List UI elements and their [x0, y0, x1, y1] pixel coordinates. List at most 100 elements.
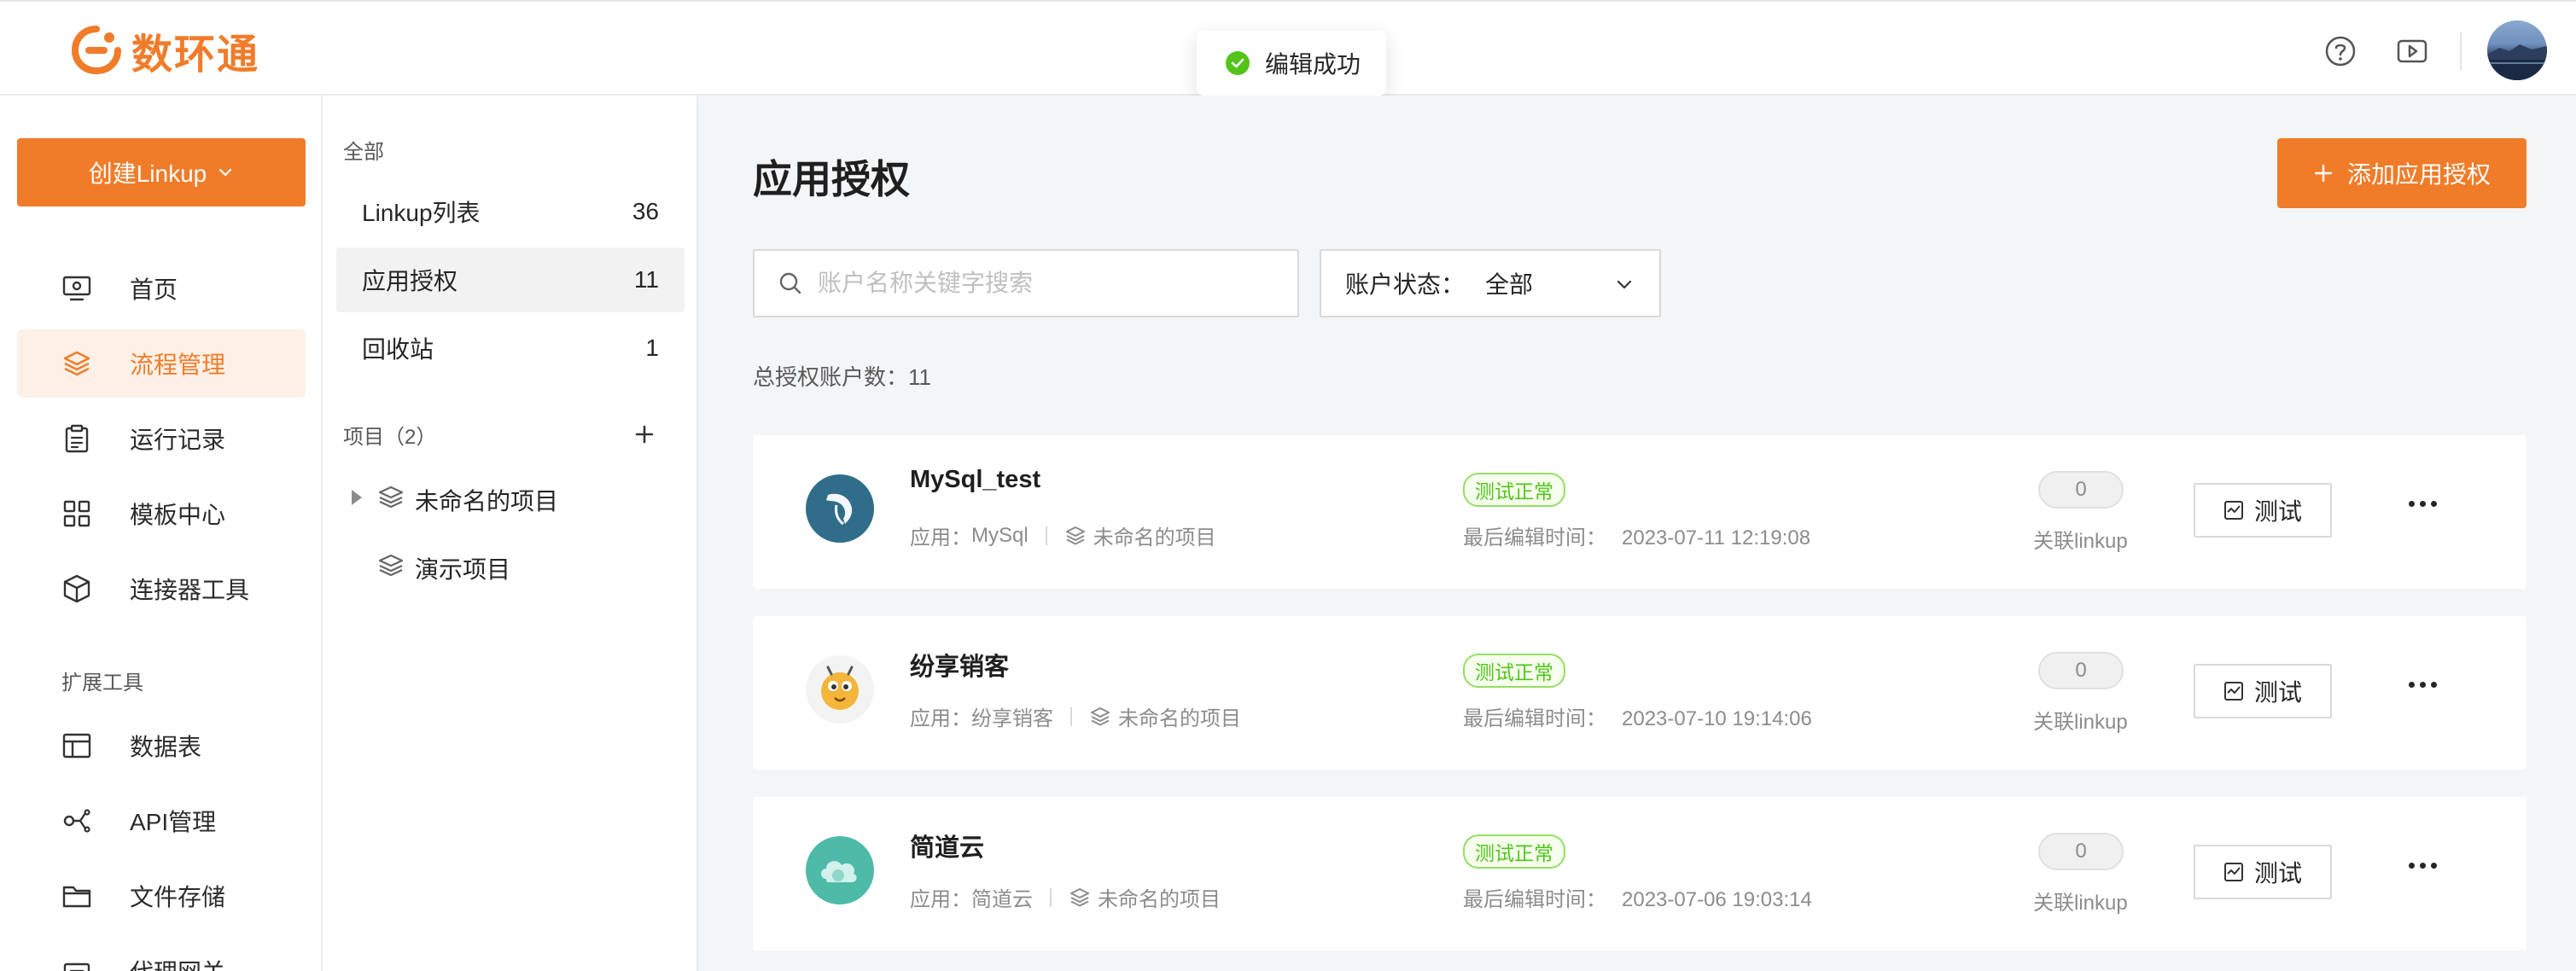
- monitor-icon: [62, 276, 91, 301]
- video-icon[interactable]: [2395, 34, 2429, 68]
- last-edit-time: 最后编辑时间： 2023-07-06 19:03:14: [1463, 882, 1812, 912]
- search-box[interactable]: [753, 249, 1299, 317]
- project-item-unnamed[interactable]: 未命名的项目: [323, 468, 698, 527]
- status-filter-value: 全部: [1485, 271, 1534, 298]
- panel-item-recycle-bin[interactable]: 回收站 1: [336, 316, 685, 381]
- add-project-icon[interactable]: [630, 420, 659, 449]
- app-name: 纷享销客: [971, 707, 1053, 730]
- test-button[interactable]: 测试: [2194, 664, 2332, 718]
- sidebar-item-label: API管理: [130, 809, 217, 835]
- sidebar-item-label: 模板中心: [130, 502, 226, 528]
- edit-time-label: 最后编辑时间：: [1463, 526, 1606, 549]
- more-actions-icon[interactable]: [2405, 495, 2439, 512]
- sidebar-item-template-center[interactable]: 模板中心: [17, 480, 306, 548]
- chart-icon: [2223, 682, 2243, 701]
- gateway-icon: [63, 962, 90, 971]
- sidebar-item-api-management[interactable]: API管理: [17, 787, 306, 855]
- project-item-demo[interactable]: 演示项目: [323, 536, 698, 596]
- sidebar-item-home[interactable]: 首页: [17, 254, 306, 323]
- all-title: 全部: [343, 141, 384, 164]
- secondary-panel: 全部 Linkup列表 36 应用授权 11 回收站 1 项目（2） 未命名的项…: [323, 96, 698, 971]
- table-icon: [62, 733, 91, 759]
- last-edit-time: 最后编辑时间： 2023-07-11 12:19:08: [1463, 520, 1810, 550]
- left-sidebar: 创建Linkup 首页 流程管理 运行记录 模板中心 连接器工具 扩展工具 数据…: [0, 96, 323, 971]
- linkup-count-label: 关联linkup: [2033, 892, 2128, 915]
- layers-icon: [1091, 706, 1110, 725]
- api-icon: [63, 809, 90, 833]
- linkup-count-label: 关联linkup: [2033, 530, 2128, 553]
- app-prefix: 应用：: [910, 707, 971, 730]
- layers-icon: [1070, 887, 1089, 906]
- panel-item-app-authorization[interactable]: 应用授权 11: [336, 247, 685, 312]
- chart-icon: [2223, 863, 2243, 881]
- sidebar-item-label: 代理网关: [130, 954, 225, 971]
- linkup-count: 0: [2038, 652, 2124, 689]
- panel-item-count: 1: [645, 334, 659, 361]
- add-button-label: 添加应用授权: [2346, 161, 2491, 188]
- sidebar-item-file-storage[interactable]: 文件存储: [17, 862, 306, 930]
- sidebar-item-label: 文件存储: [130, 884, 226, 910]
- status-badge: 测试正常: [1463, 473, 1565, 507]
- sidebar-item-label: 连接器工具: [130, 577, 250, 603]
- project-name: 未命名的项目: [1118, 707, 1241, 730]
- sidebar-item-flow-management[interactable]: 流程管理: [17, 329, 306, 398]
- chart-icon: [2223, 501, 2243, 520]
- add-app-authorization-button[interactable]: 添加应用授权: [2277, 138, 2526, 208]
- logo-icon: [71, 26, 121, 74]
- toast-message: 编辑成功: [1265, 51, 1361, 78]
- user-avatar[interactable]: [2487, 20, 2547, 80]
- cube-icon: [63, 574, 90, 603]
- more-actions-icon[interactable]: [2405, 857, 2439, 874]
- jiandaoyun-logo-icon: [806, 836, 874, 904]
- edit-time-value: 2023-07-06 19:03:14: [1622, 888, 1812, 911]
- create-linkup-button[interactable]: 创建Linkup: [17, 138, 306, 206]
- test-button-label: 测试: [2253, 498, 2302, 525]
- expand-caret-icon[interactable]: [352, 490, 362, 505]
- sidebar-item-connector-tools[interactable]: 连接器工具: [17, 555, 306, 623]
- app-prefix: 应用：: [910, 888, 971, 911]
- account-name: MySql_test: [910, 466, 1041, 493]
- panel-item-label: 回收站: [362, 336, 434, 363]
- help-icon[interactable]: [2323, 34, 2357, 68]
- layers-icon: [378, 554, 404, 577]
- sidebar-item-data-table[interactable]: 数据表: [17, 712, 306, 780]
- project-label: 演示项目: [415, 556, 511, 583]
- account-status-select[interactable]: 账户状态： 全部: [1320, 249, 1661, 317]
- chevron-down-icon: [1617, 280, 1632, 289]
- last-edit-time: 最后编辑时间： 2023-07-10 19:14:06: [1463, 701, 1812, 731]
- test-button-label: 测试: [2253, 679, 2302, 706]
- meta-divider: [1045, 526, 1047, 545]
- search-input[interactable]: [818, 270, 1262, 297]
- sidebar-item-label: 数据表: [130, 734, 202, 760]
- meta-divider: [1070, 706, 1072, 726]
- status-badge: 测试正常: [1463, 654, 1565, 688]
- chevron-down-icon: [219, 168, 232, 177]
- layers-icon: [63, 351, 90, 376]
- extension-tools-title: 扩展工具: [61, 672, 143, 695]
- account-meta: 应用： 纷享销客 未命名的项目: [910, 701, 1241, 731]
- test-button[interactable]: 测试: [2194, 483, 2332, 538]
- edit-time-value: 2023-07-11 12:19:08: [1622, 526, 1811, 549]
- search-icon: [779, 272, 801, 294]
- folder-icon: [62, 886, 91, 908]
- linkup-count: 0: [2038, 471, 2124, 509]
- account-card: 简道云 应用： 简道云 未命名的项目 测试正常 最后编辑时间： 2023-07-06…: [753, 797, 2526, 951]
- more-actions-icon[interactable]: [2405, 676, 2439, 693]
- status-badge: 测试正常: [1463, 834, 1565, 869]
- panel-item-label: 应用授权: [362, 268, 458, 294]
- account-meta: 应用： 简道云 未命名的项目: [910, 882, 1221, 912]
- test-button[interactable]: 测试: [2194, 845, 2332, 899]
- panel-item-linkup-list[interactable]: Linkup列表 36: [336, 179, 685, 244]
- brand-logo[interactable]: 数环通: [70, 20, 259, 80]
- layers-icon: [1065, 526, 1085, 544]
- mysql-logo-icon: [806, 474, 874, 543]
- check-circle-icon: [1226, 51, 1250, 75]
- app-prefix: 应用：: [910, 526, 971, 549]
- account-card: MySql_test 应用： MySql 未命名的项目 测试正常 最后编辑时间： 2…: [753, 435, 2526, 589]
- sidebar-item-proxy-gateway[interactable]: 代理网关: [17, 937, 306, 971]
- edit-time-label: 最后编辑时间：: [1463, 888, 1606, 911]
- account-name: 纷享销客: [910, 654, 1010, 681]
- total-accounts: 总授权账户数：11: [753, 364, 931, 390]
- main-content: 应用授权 添加应用授权 账户状态： 全部 总授权账户数：11 MySql_tes…: [698, 96, 2576, 971]
- sidebar-item-run-records[interactable]: 运行记录: [17, 404, 306, 473]
